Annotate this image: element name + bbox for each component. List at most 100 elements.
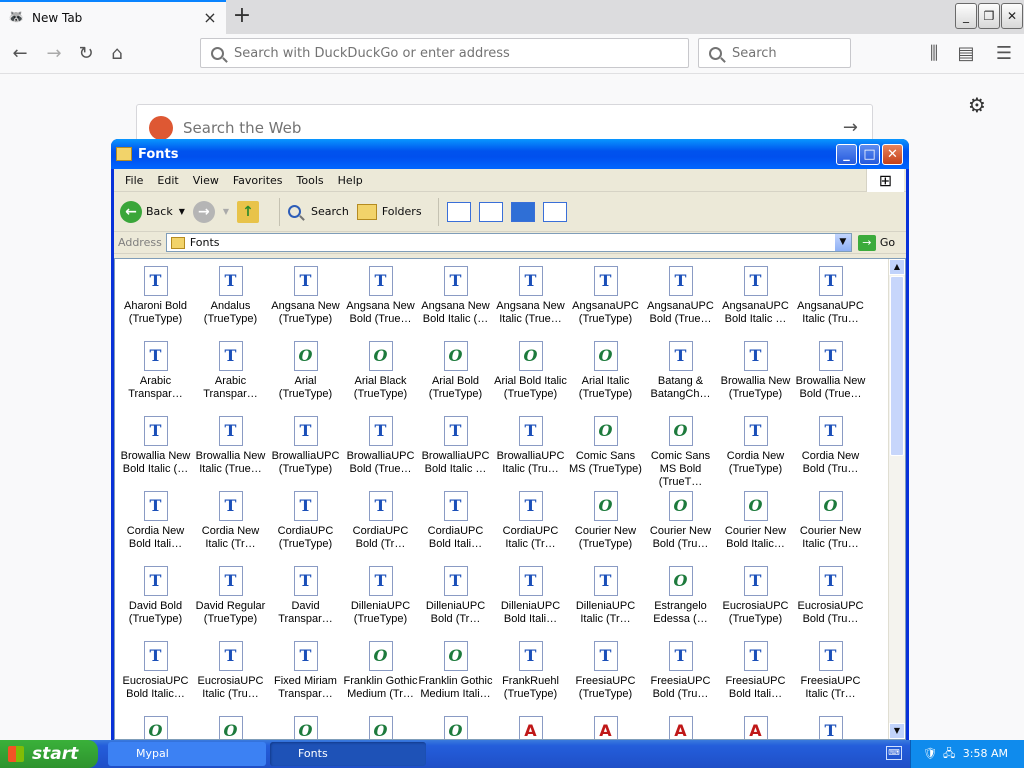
view-similarity-icon[interactable]: [510, 201, 535, 222]
font-icon-item[interactable]: A: [493, 712, 568, 739]
font-icon-item[interactable]: T EucrosiaUPC Bold Italic…: [118, 637, 193, 712]
browser-minimize-button[interactable]: _: [955, 3, 977, 29]
font-icon-item[interactable]: O: [193, 712, 268, 739]
security-shield-icon[interactable]: 🛡: [923, 740, 937, 768]
keyboard-icon[interactable]: ⌨: [886, 746, 902, 760]
address-input[interactable]: Fonts ▼: [165, 233, 852, 252]
chevron-down-icon[interactable]: ▼: [179, 207, 185, 216]
go-button[interactable]: → Go: [857, 234, 895, 251]
font-icon-item[interactable]: O Arial Bold (TrueType): [418, 337, 493, 412]
font-icon-item[interactable]: T FreesiaUPC Bold (Tru…: [643, 637, 718, 712]
font-icon-item[interactable]: O Arial Black (TrueType): [343, 337, 418, 412]
view-list-icon[interactable]: [478, 201, 503, 222]
font-icon-item[interactable]: T Cordia New Bold (Tru…: [793, 412, 868, 487]
font-icon-item[interactable]: O: [343, 712, 418, 739]
view-large-icons-icon[interactable]: [446, 201, 471, 222]
library-icon[interactable]: ⫼: [920, 40, 948, 68]
taskbar-item-fonts[interactable]: Fonts: [270, 742, 426, 766]
font-icon-item[interactable]: O Comic Sans MS Bold (TrueT…: [643, 412, 718, 488]
font-icon-item[interactable]: T Arabic Transpar…: [118, 337, 193, 412]
search-button[interactable]: Search: [288, 205, 349, 218]
menu-file[interactable]: File: [118, 174, 150, 187]
font-icon-item[interactable]: T FreesiaUPC Italic (Tr…: [793, 637, 868, 712]
home-icon[interactable]: ⌂: [103, 40, 131, 68]
scroll-down-icon[interactable]: ▼: [889, 723, 905, 739]
font-icon-item[interactable]: T CordiaUPC Bold (Tr…: [343, 487, 418, 562]
scroll-thumb[interactable]: [890, 276, 904, 456]
up-folder-button[interactable]: ↑: [237, 200, 263, 223]
vertical-scrollbar[interactable]: ▲ ▼: [888, 259, 905, 739]
font-icon-item[interactable]: T BrowalliaUPC Bold (True…: [343, 412, 418, 487]
font-icon-item[interactable]: T AngsanaUPC Bold (True…: [643, 262, 718, 337]
font-icon-item[interactable]: T CordiaUPC Bold Itali…: [418, 487, 493, 562]
font-icon-item[interactable]: T David Bold (TrueType): [118, 562, 193, 637]
font-icon-item[interactable]: O Franklin Gothic Medium Itali…: [418, 637, 493, 712]
font-icon-item[interactable]: T AngsanaUPC (TrueType): [568, 262, 643, 337]
forward-arrow-icon[interactable]: →: [40, 40, 68, 68]
search-bar[interactable]: Search: [698, 38, 851, 68]
menu-view[interactable]: View: [186, 174, 226, 187]
network-icon[interactable]: 🖧: [943, 740, 955, 768]
font-icon-item[interactable]: T Browallia New Bold (True…: [793, 337, 868, 412]
font-icon-item[interactable]: A: [643, 712, 718, 739]
font-icon-item[interactable]: T BrowalliaUPC Italic (Tru…: [493, 412, 568, 487]
font-icon-item[interactable]: O Courier New Italic (Tru…: [793, 487, 868, 562]
font-icon-item[interactable]: A: [568, 712, 643, 739]
font-icon-item[interactable]: T David Regular (TrueType): [193, 562, 268, 637]
chevron-down-icon[interactable]: ▼: [223, 207, 229, 216]
font-icon-item[interactable]: T EucrosiaUPC Bold (Tru…: [793, 562, 868, 637]
font-icon-item[interactable]: O Courier New Bold Italic…: [718, 487, 793, 562]
taskbar-item-mypal[interactable]: Mypal: [108, 742, 266, 766]
browser-close-button[interactable]: ✕: [1001, 3, 1023, 29]
font-icon-item[interactable]: T CordiaUPC Italic (Tr…: [493, 487, 568, 562]
tab-new-tab[interactable]: 🦝 New Tab ×: [0, 0, 226, 34]
font-icon-item[interactable]: T DilleniaUPC (TrueType): [343, 562, 418, 637]
font-icon-item[interactable]: T FreesiaUPC Bold Itali…: [718, 637, 793, 712]
hamburger-menu-icon[interactable]: ☰: [990, 40, 1018, 68]
font-icon-item[interactable]: T Fixed Miriam Transpar…: [268, 637, 343, 712]
font-icon-item[interactable]: T AngsanaUPC Bold Italic …: [718, 262, 793, 337]
font-icon-item[interactable]: T FrankRuehl (TrueType): [493, 637, 568, 712]
font-icon-item[interactable]: T Angsana New Bold (True…: [343, 262, 418, 337]
font-icon-item[interactable]: O Courier New (TrueType): [568, 487, 643, 562]
back-button[interactable]: ← Back ▼: [120, 200, 185, 223]
font-icon-item[interactable]: O Estrangelo Edessa (…: [643, 562, 718, 637]
tab-close-icon[interactable]: ×: [202, 10, 218, 26]
font-icon-item[interactable]: T EucrosiaUPC Italic (Tru…: [193, 637, 268, 712]
font-icon-item[interactable]: T CordiaUPC (TrueType): [268, 487, 343, 562]
font-icon-item[interactable]: T Batang & BatangCh…: [643, 337, 718, 412]
font-icon-item[interactable]: O Franklin Gothic Medium (Tr…: [343, 637, 418, 712]
font-icon-item[interactable]: T BrowalliaUPC (TrueType): [268, 412, 343, 487]
font-icon-item[interactable]: T Cordia New Bold Itali…: [118, 487, 193, 562]
font-icon-item[interactable]: O: [268, 712, 343, 739]
maximize-button[interactable]: □: [859, 144, 880, 165]
font-icon-item[interactable]: T Cordia New Italic (Tr…: [193, 487, 268, 562]
menu-favorites[interactable]: Favorites: [226, 174, 290, 187]
font-icon-item[interactable]: T Browallia New Italic (True…: [193, 412, 268, 487]
font-icon-item[interactable]: T Arabic Transpar…: [193, 337, 268, 412]
font-icon-item[interactable]: T Angsana New Bold Italic (…: [418, 262, 493, 337]
font-icon-item[interactable]: T Angsana New (TrueType): [268, 262, 343, 337]
reload-icon[interactable]: ↻: [72, 40, 100, 68]
font-icon-item[interactable]: T Browallia New (TrueType): [718, 337, 793, 412]
font-icon-item[interactable]: O: [118, 712, 193, 739]
font-icon-item[interactable]: T David Transpar…: [268, 562, 343, 637]
font-icon-item[interactable]: O Courier New Bold (Tru…: [643, 487, 718, 562]
chevron-down-icon[interactable]: ▼: [834, 234, 851, 251]
font-icon-item[interactable]: T Cordia New (TrueType): [718, 412, 793, 487]
back-arrow-icon[interactable]: ←: [6, 40, 34, 68]
start-button[interactable]: start: [0, 740, 98, 768]
url-bar[interactable]: Search with DuckDuckGo or enter address: [200, 38, 689, 68]
sidebar-icon[interactable]: ▤: [952, 40, 980, 68]
font-icon-item[interactable]: T DilleniaUPC Italic (Tr…: [568, 562, 643, 637]
font-icon-item[interactable]: T DilleniaUPC Bold Itali…: [493, 562, 568, 637]
menu-help[interactable]: Help: [331, 174, 370, 187]
font-icon-item[interactable]: T: [793, 712, 868, 739]
gear-icon[interactable]: ⚙: [966, 94, 988, 116]
font-icon-item[interactable]: T AngsanaUPC Italic (Tru…: [793, 262, 868, 337]
font-icon-item[interactable]: O Arial Italic (TrueType): [568, 337, 643, 412]
arrow-right-icon[interactable]: →: [843, 117, 858, 138]
font-icon-item[interactable]: O: [418, 712, 493, 739]
font-icon-item[interactable]: O Arial (TrueType): [268, 337, 343, 412]
font-icon-item[interactable]: T Andalus (TrueType): [193, 262, 268, 337]
